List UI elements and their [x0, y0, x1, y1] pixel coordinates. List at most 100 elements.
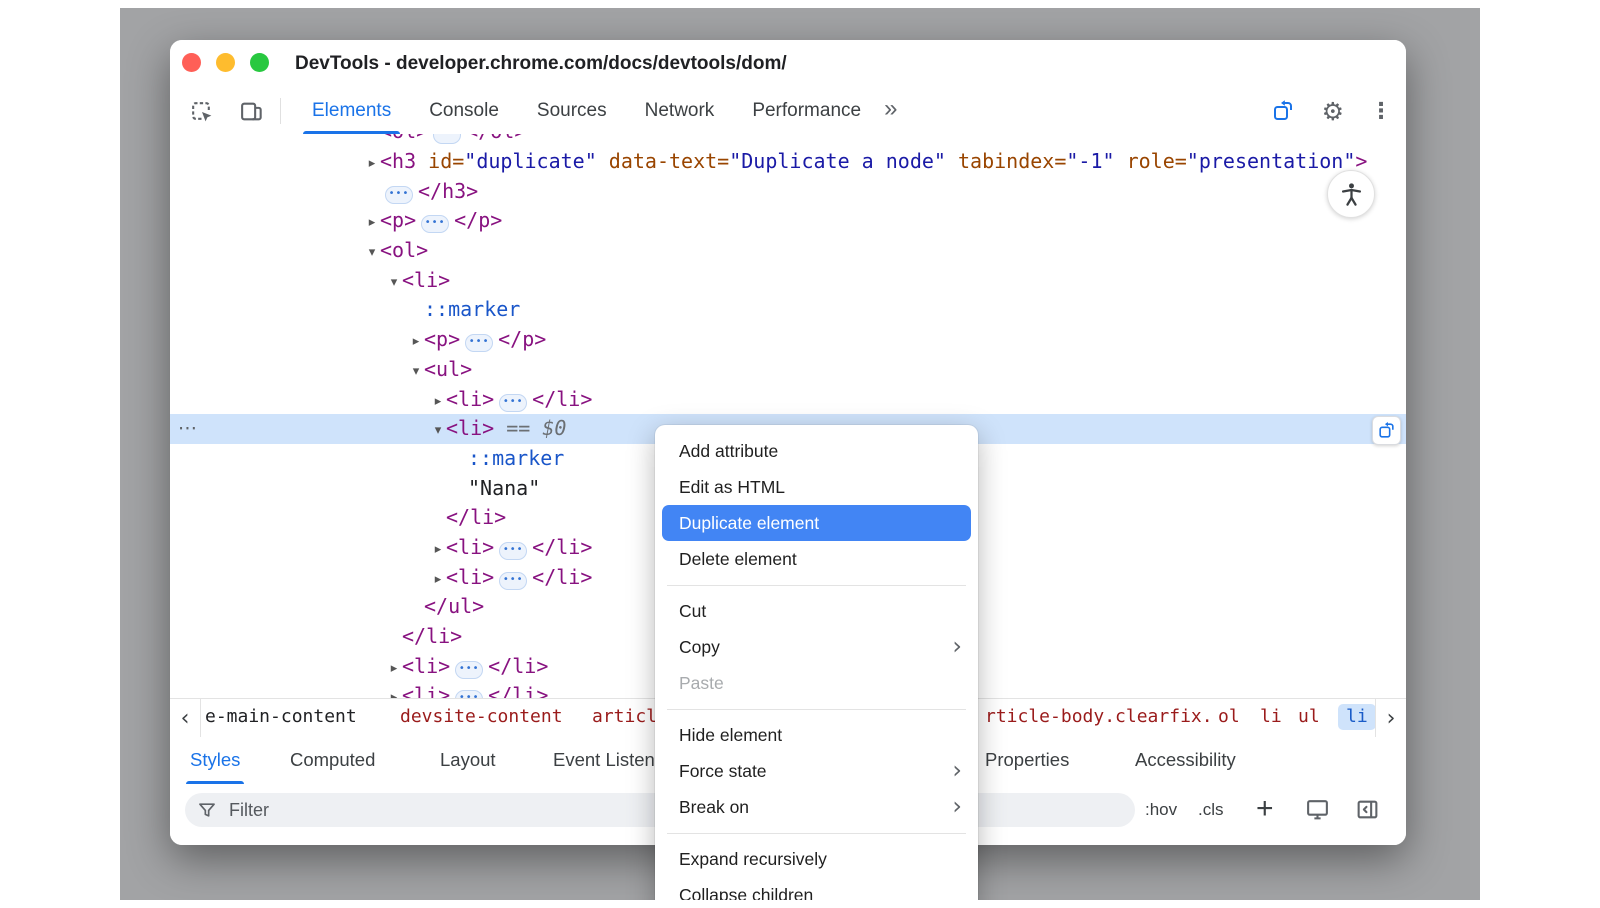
dom-row[interactable]: ▸<h3 id="duplicate" data-text="Duplicate…: [170, 147, 1406, 177]
collapsed-arrow-icon[interactable]: ▸: [430, 565, 446, 595]
dom-row[interactable]: ▸<li>•••</li>: [170, 385, 1406, 415]
expanded-arrow-icon[interactable]: ▾: [364, 238, 380, 268]
toggle-class-button[interactable]: .cls: [1198, 784, 1224, 836]
inline-ellipsis-icon[interactable]: •••: [499, 542, 527, 560]
more-tabs-icon[interactable]: »: [884, 95, 897, 123]
collapsed-arrow-icon[interactable]: ▸: [430, 535, 446, 565]
toggle-hover-state-button[interactable]: :hov: [1145, 784, 1177, 836]
menu-item-label: Collapse children: [679, 885, 813, 900]
collapsed-arrow-icon[interactable]: ▸: [386, 654, 402, 684]
menu-item-edit-as-html[interactable]: Edit as HTML: [655, 469, 978, 505]
menu-item-copy[interactable]: Copy›: [655, 629, 978, 665]
dom-row-content: ▸<li>•••</li>: [402, 654, 548, 678]
menu-item-hide-element[interactable]: Hide element: [655, 717, 978, 753]
element-overlay-icon[interactable]: [1270, 98, 1296, 124]
breadcrumb-item-e-main-content[interactable]: e-main-content: [205, 699, 357, 735]
pane-tab-accessibility[interactable]: Accessibility: [1135, 736, 1236, 784]
expanded-arrow-icon[interactable]: ▾: [386, 268, 402, 298]
menu-item-expand-recursively[interactable]: Expand recursively: [655, 841, 978, 877]
inline-ellipsis-icon[interactable]: •••: [455, 661, 483, 679]
pane-tab-layout[interactable]: Layout: [440, 736, 496, 784]
device-toolbar-icon[interactable]: [238, 98, 264, 124]
collapsed-arrow-icon[interactable]: ▸: [364, 149, 380, 179]
inline-ellipsis-icon[interactable]: •••: [499, 394, 527, 412]
dom-row[interactable]: ••• </h3>: [170, 177, 1406, 207]
collapsed-arrow-icon[interactable]: ▸: [364, 208, 380, 238]
code-token: data-text=: [597, 149, 729, 173]
tab-network[interactable]: Network: [626, 88, 734, 134]
dom-row[interactable]: ▾<ol>: [170, 236, 1406, 266]
dom-row-content: ▸<p>•••</p>: [380, 208, 502, 232]
menu-item-label: Break on: [679, 797, 749, 817]
dom-row[interactable]: ▾<ul>: [170, 355, 1406, 385]
breadcrumb-item-li[interactable]: li: [1260, 699, 1282, 735]
code-token: <h3: [380, 149, 416, 173]
collapsed-arrow-icon[interactable]: ▸: [430, 387, 446, 417]
window-title: DevTools - developer.chrome.com/docs/dev…: [295, 40, 787, 88]
scroll-into-view-badge-icon[interactable]: [1372, 416, 1401, 445]
menu-item-force-state[interactable]: Force state›: [655, 753, 978, 789]
breadcrumb-item-articl[interactable]: articl: [592, 699, 657, 735]
tab-elements[interactable]: Elements: [293, 88, 410, 134]
menu-item-duplicate-element[interactable]: Duplicate element: [662, 505, 971, 541]
dom-row[interactable]: <ol>•••</ol>: [170, 134, 1406, 147]
code-token: <ul>: [424, 357, 472, 381]
dom-row[interactable]: ▾<li>: [170, 266, 1406, 296]
new-style-rule-icon[interactable]: +: [1256, 784, 1274, 836]
menu-item-collapse-children[interactable]: Collapse children: [655, 877, 978, 900]
dom-row[interactable]: ▸<p>•••</p>: [170, 325, 1406, 355]
dom-row-content: ▸<p>•••</p>: [424, 327, 546, 351]
tab-sources[interactable]: Sources: [518, 88, 626, 134]
dom-row-content: ▸<li>•••</li>: [446, 565, 592, 589]
zoom-button[interactable]: [250, 53, 269, 72]
inline-ellipsis-icon[interactable]: •••: [455, 690, 483, 698]
collapsed-arrow-icon[interactable]: ▸: [408, 327, 424, 357]
breadcrumb-item-devsite-content[interactable]: devsite-content: [400, 699, 563, 735]
dom-row-content: ▾<ul>: [424, 357, 472, 381]
inline-ellipsis-icon[interactable]: •••: [421, 215, 449, 233]
breadcrumb-item-li[interactable]: li: [1338, 704, 1376, 730]
breadcrumb-item-ol[interactable]: ol: [1218, 699, 1240, 735]
breadcrumb-item-ul[interactable]: ul: [1298, 699, 1320, 735]
panel-tabs: ElementsConsoleSourcesNetworkPerformance: [293, 88, 880, 134]
close-button[interactable]: [182, 53, 201, 72]
accessibility-person-icon[interactable]: [1327, 170, 1375, 218]
menu-item-paste[interactable]: Paste: [655, 665, 978, 701]
kebab-menu-icon[interactable]: ⋮: [1370, 99, 1392, 124]
inline-ellipsis-icon[interactable]: •••: [465, 334, 493, 352]
tab-console[interactable]: Console: [410, 88, 518, 134]
code-token: ==: [494, 416, 542, 440]
breadcrumb-scroll-left-icon[interactable]: ‹: [170, 699, 201, 737]
pane-tab-styles[interactable]: Styles: [190, 736, 240, 784]
minimize-button[interactable]: [216, 53, 235, 72]
dom-row[interactable]: ▸<p>•••</p>: [170, 206, 1406, 236]
menu-item-label: Copy: [679, 637, 720, 657]
menu-item-delete-element[interactable]: Delete element: [655, 541, 978, 577]
inline-ellipsis-icon[interactable]: •••: [433, 134, 461, 144]
toggle-sidebar-icon[interactable]: [1355, 797, 1380, 827]
tab-performance[interactable]: Performance: [733, 88, 880, 134]
code-token: "Nana": [468, 476, 540, 500]
breadcrumb-scroll-right-icon[interactable]: ›: [1375, 699, 1406, 737]
dom-row[interactable]: ::marker: [170, 295, 1406, 325]
devtools-toolbar: ElementsConsoleSourcesNetworkPerformance…: [170, 88, 1406, 135]
rendering-emulation-icon[interactable]: [1305, 797, 1330, 827]
menu-item-label: Cut: [679, 601, 706, 621]
inspect-element-icon[interactable]: [188, 98, 214, 124]
pane-tab-computed[interactable]: Computed: [290, 736, 375, 784]
menu-item-add-attribute[interactable]: Add attribute: [655, 433, 978, 469]
row-overflow-menu-icon[interactable]: ⋯: [178, 414, 197, 444]
inline-ellipsis-icon[interactable]: •••: [499, 572, 527, 590]
expanded-arrow-icon[interactable]: ▾: [430, 416, 446, 446]
inline-ellipsis-icon[interactable]: •••: [385, 186, 413, 204]
code-token: </h3>: [418, 179, 478, 203]
menu-item-break-on[interactable]: Break on›: [655, 789, 978, 825]
dom-row-content: ▾<ol>: [380, 238, 428, 262]
collapsed-arrow-icon[interactable]: ▸: [386, 683, 402, 698]
pane-tab-properties[interactable]: Properties: [985, 736, 1069, 784]
settings-gear-icon[interactable]: ⚙: [1322, 97, 1344, 126]
code-token: <p>: [424, 327, 460, 351]
menu-item-cut[interactable]: Cut: [655, 593, 978, 629]
breadcrumb-item-rticle-body-clearfix[interactable]: rticle-body.clearfix.: [985, 699, 1213, 735]
expanded-arrow-icon[interactable]: ▾: [408, 357, 424, 387]
